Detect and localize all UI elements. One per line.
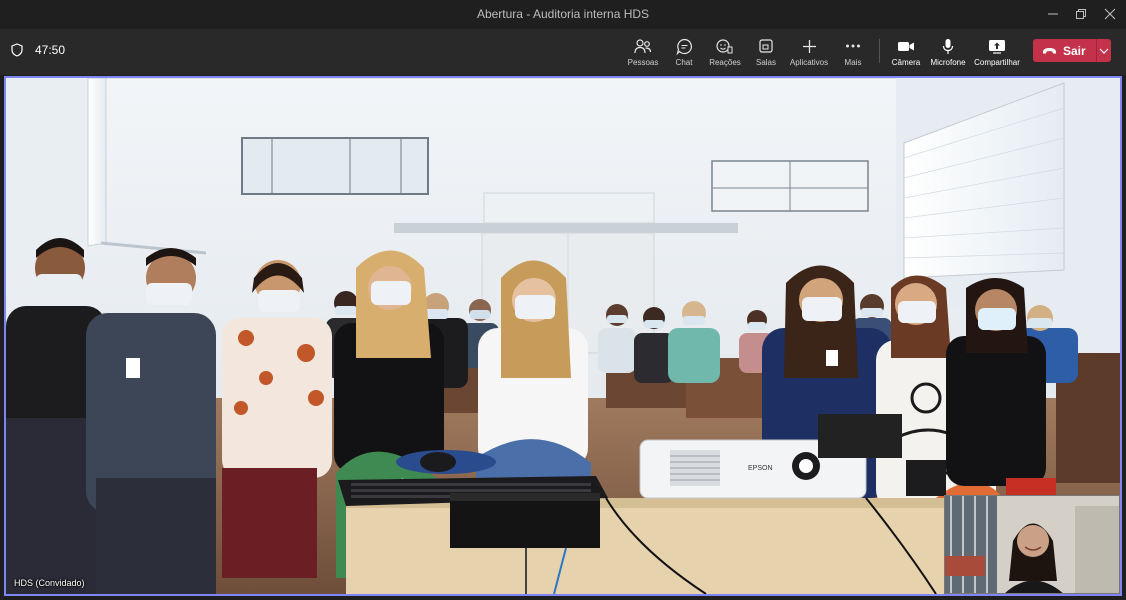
camera-icon	[898, 41, 914, 51]
video-stage: EPSON HDS (Convidado)	[4, 76, 1122, 596]
more-icon	[846, 44, 860, 48]
chat-label: Chat	[675, 58, 693, 67]
window-title: Abertura - Auditoria interna HDS	[476, 7, 650, 21]
rooms-button[interactable]: Salas	[743, 35, 789, 73]
share-icon	[989, 39, 1005, 54]
self-video-preview[interactable]	[944, 495, 1120, 594]
close-icon	[1104, 8, 1116, 20]
people-label: Pessoas	[627, 58, 659, 67]
microphone-label: Microfone	[930, 58, 966, 67]
leave-label: Sair	[1063, 43, 1086, 58]
window-titlebar: Abertura - Auditoria interna HDS	[0, 0, 1126, 29]
chat-button[interactable]: Chat	[661, 35, 707, 73]
camera-label: Câmera	[891, 58, 921, 67]
plus-icon	[802, 39, 816, 53]
participant-name-label: HDS (Convidado)	[14, 578, 85, 588]
share-label: Compartilhar	[974, 58, 1020, 67]
meeting-toolbar: 47:50 Pessoas Chat Reações Salas Aplicat…	[0, 29, 1126, 75]
hang-up-icon	[1043, 47, 1056, 53]
apps-button[interactable]: Aplicativos	[786, 35, 832, 73]
restore-button[interactable]	[1066, 4, 1096, 24]
restore-icon	[1076, 9, 1086, 19]
minimize-button[interactable]	[1038, 4, 1068, 24]
rooms-icon	[759, 39, 773, 53]
chat-icon	[676, 38, 692, 55]
meeting-timer: 47:50	[35, 43, 66, 57]
chevron-down-icon	[1099, 48, 1109, 54]
apps-label: Aplicativos	[789, 58, 829, 67]
projector-brand: EPSON	[748, 465, 773, 472]
meeting-info: 47:50	[11, 43, 65, 57]
leave-options-button[interactable]	[1097, 48, 1111, 54]
leave-button[interactable]: Sair	[1033, 39, 1111, 62]
rooms-label: Salas	[755, 58, 776, 67]
reactions-icon	[716, 38, 733, 53]
more-label: Mais	[844, 58, 862, 67]
share-button[interactable]: Compartilhar	[974, 35, 1020, 73]
toolbar-divider	[879, 39, 880, 63]
self-video-feed	[945, 496, 1119, 593]
microphone-button[interactable]: Microfone	[925, 35, 971, 73]
leave-main[interactable]: Sair	[1033, 39, 1096, 62]
people-button[interactable]: Pessoas	[620, 35, 666, 73]
reactions-button[interactable]: Reações	[702, 35, 748, 73]
more-button[interactable]: Mais	[830, 35, 876, 73]
reactions-label: Reações	[709, 58, 741, 67]
shield-icon	[11, 43, 23, 57]
camera-button[interactable]: Câmera	[883, 35, 929, 73]
minimize-icon	[1048, 13, 1058, 15]
close-button[interactable]	[1095, 4, 1125, 24]
microphone-icon	[942, 38, 954, 54]
people-icon	[634, 39, 652, 54]
